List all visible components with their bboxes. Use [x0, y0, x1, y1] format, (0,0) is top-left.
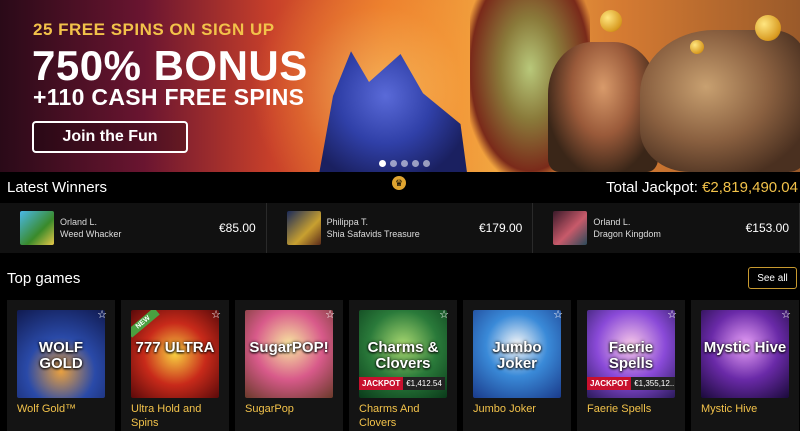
- favorite-star-icon[interactable]: ☆: [97, 308, 107, 321]
- game-card[interactable]: SugarPOP! ☆ SugarPop: [235, 300, 343, 431]
- winner-player: Orland L.: [593, 217, 631, 227]
- carousel-dot[interactable]: [390, 160, 397, 167]
- game-name: Wolf Gold™: [17, 403, 77, 415]
- game-thumbnail: [286, 211, 321, 245]
- promo-top-line: 25 FREE SPINS ON SIGN UP: [33, 20, 275, 39]
- winner-amount: €179.00: [478, 221, 523, 235]
- game-art-title: Mystic Hive: [703, 339, 787, 356]
- game-art: Jumbo Joker: [473, 310, 561, 398]
- winners-list: Orland L. Weed Whacker €85.00 Philippa T…: [0, 203, 800, 253]
- game-art: NEW 777 ULTRA: [131, 310, 219, 398]
- winner-game: Dragon Kingdom: [593, 229, 661, 239]
- join-the-fun-button[interactable]: Join the Fun: [32, 121, 188, 153]
- jackpot-value: €2,819,490.04: [702, 179, 798, 196]
- game-card[interactable]: Jumbo Joker ☆ Jumbo Joker: [463, 300, 571, 431]
- game-art: SugarPOP!: [245, 310, 333, 398]
- winner-item[interactable]: Philippa T. Shia Safavids Treasure €179.…: [266, 203, 534, 253]
- game-name: Faerie Spells: [587, 403, 652, 415]
- winner-item[interactable]: Orland L. Dragon Kingdom €153.00: [533, 203, 800, 253]
- game-thumbnail: [553, 211, 588, 245]
- rhino-illustration: [640, 30, 800, 172]
- latest-winners-title: Latest Winners: [7, 179, 108, 196]
- game-art-title: Charms & Clovers: [367, 339, 439, 372]
- game-art-title: WOLF GOLD: [38, 339, 84, 372]
- jackpot-badge-value: €1,412.54: [403, 377, 445, 390]
- promo-headline: 750% BONUS: [32, 42, 308, 89]
- favorite-star-icon[interactable]: ☆: [211, 308, 221, 321]
- jackpot-badge-value: €1,355,12...: [631, 377, 675, 390]
- game-art-title: Jumbo Joker: [492, 339, 542, 372]
- game-art-title: Faerie Spells: [608, 339, 654, 372]
- game-art: WOLF GOLD: [17, 310, 105, 398]
- jackpot-badge-label: JACKPOT: [587, 377, 632, 390]
- coin-icon: [755, 15, 781, 41]
- top-games-title: Top games: [7, 270, 81, 287]
- favorite-star-icon[interactable]: ☆: [439, 308, 449, 321]
- game-card[interactable]: Faerie Spells JACKPOT €1,355,12... ☆ Fae…: [577, 300, 685, 431]
- carousel-dots: [379, 160, 430, 167]
- game-art: Faerie Spells JACKPOT €1,355,12...: [587, 310, 675, 398]
- winner-game: Shia Safavids Treasure: [326, 229, 420, 239]
- jackpot-badge: JACKPOT €1,355,12...: [587, 377, 675, 390]
- game-card[interactable]: Mystic Hive ☆ Mystic Hive: [691, 300, 799, 431]
- favorite-star-icon[interactable]: ☆: [325, 308, 335, 321]
- winner-game: Weed Whacker: [60, 229, 122, 239]
- game-art: Charms & Clovers JACKPOT €1,412.54: [359, 310, 447, 398]
- coin-icon: [600, 10, 622, 32]
- favorite-star-icon[interactable]: ☆: [553, 308, 563, 321]
- see-all-button[interactable]: See all: [748, 267, 797, 289]
- game-card[interactable]: WOLF GOLD ☆ Wolf Gold™: [7, 300, 115, 431]
- game-art-title: 777 ULTRA: [135, 339, 215, 356]
- trophy-icon: ♛: [392, 176, 406, 190]
- game-name: Ultra Hold and Spins: [131, 403, 202, 429]
- winner-player: Philippa T.: [326, 217, 369, 227]
- favorite-star-icon[interactable]: ☆: [667, 308, 677, 321]
- carousel-dot[interactable]: [401, 160, 408, 167]
- game-card[interactable]: NEW 777 ULTRA ☆ Ultra Hold and Spins: [121, 300, 229, 431]
- favorite-star-icon[interactable]: ☆: [781, 308, 791, 321]
- game-name: Mystic Hive: [701, 403, 758, 415]
- jackpot-badge: JACKPOT €1,412.54: [359, 377, 445, 390]
- new-badge: NEW: [131, 310, 160, 338]
- jackpot-badge-label: JACKPOT: [359, 377, 404, 390]
- winner-amount: €153.00: [745, 221, 790, 235]
- carousel-dot[interactable]: [412, 160, 419, 167]
- carousel-dot[interactable]: [423, 160, 430, 167]
- promo-banner[interactable]: 25 FREE SPINS ON SIGN UP 750% BONUS +110…: [0, 0, 800, 172]
- promo-subline: +110 CASH FREE SPINS: [33, 84, 305, 110]
- winner-player: Orland L.: [60, 217, 98, 227]
- game-card[interactable]: Charms & Clovers JACKPOT €1,412.54 ☆ Cha…: [349, 300, 457, 431]
- winner-item[interactable]: Orland L. Weed Whacker €85.00: [0, 203, 267, 253]
- game-name: Jumbo Joker: [473, 403, 536, 415]
- carousel-dot[interactable]: [379, 160, 386, 167]
- game-name: Charms And Clovers: [359, 403, 420, 429]
- game-thumbnail: [20, 211, 54, 245]
- total-jackpot: Total Jackpot: €2,819,490.04: [606, 179, 798, 196]
- games-row: WOLF GOLD ☆ Wolf Gold™ NEW 777 ULTRA ☆ U…: [0, 300, 800, 431]
- coin-icon: [690, 40, 704, 54]
- jackpot-label: Total Jackpot:: [606, 179, 698, 196]
- game-art-title: SugarPOP!: [249, 339, 329, 356]
- game-name: SugarPop: [245, 403, 294, 415]
- winner-amount: €85.00: [218, 221, 256, 235]
- game-art: Mystic Hive: [701, 310, 789, 398]
